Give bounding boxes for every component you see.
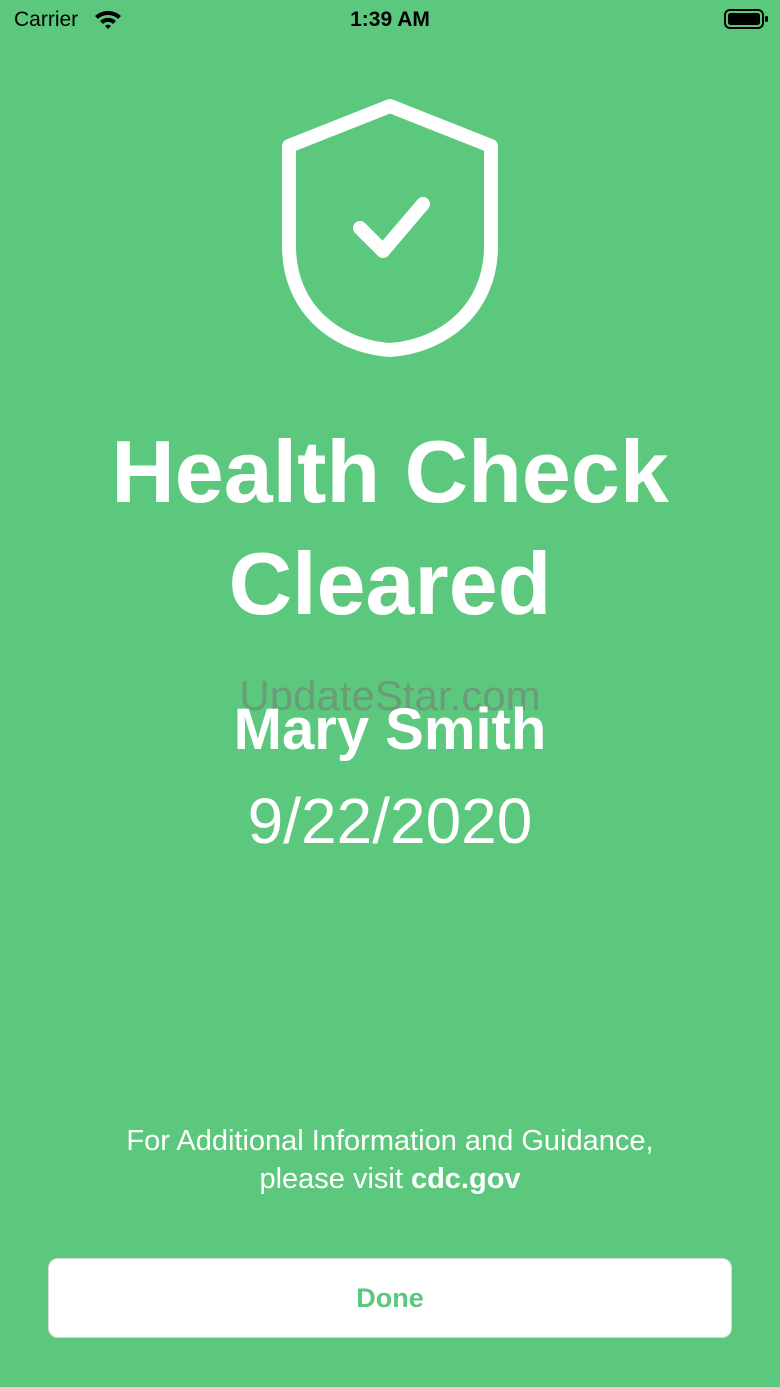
shield-check-icon (282, 99, 498, 357)
guidance-line-1: For Additional Information and Guidance, (126, 1125, 654, 1157)
guidance-text: For Additional Information and Guidance,… (0, 1122, 780, 1198)
cdc-link[interactable]: cdc.gov (411, 1163, 521, 1195)
battery-full-icon (724, 9, 768, 29)
status-bar: Carrier 1:39 AM (0, 0, 780, 40)
title-line-2: Cleared (228, 534, 552, 633)
health-check-screen: Carrier 1:39 AM Health Check Cleared Upd… (0, 0, 780, 1387)
person-name: Mary Smith (233, 697, 547, 762)
check-date: 9/22/2020 (247, 785, 533, 857)
status-time: 1:39 AM (350, 8, 430, 31)
guidance-line-2: please visit cdc.gov (0, 1160, 780, 1198)
title-line-1: Health Check (111, 422, 669, 521)
guidance-prefix: please visit (259, 1163, 411, 1195)
page-title: Health Check Cleared (40, 416, 740, 640)
done-button[interactable]: Done (48, 1258, 732, 1338)
